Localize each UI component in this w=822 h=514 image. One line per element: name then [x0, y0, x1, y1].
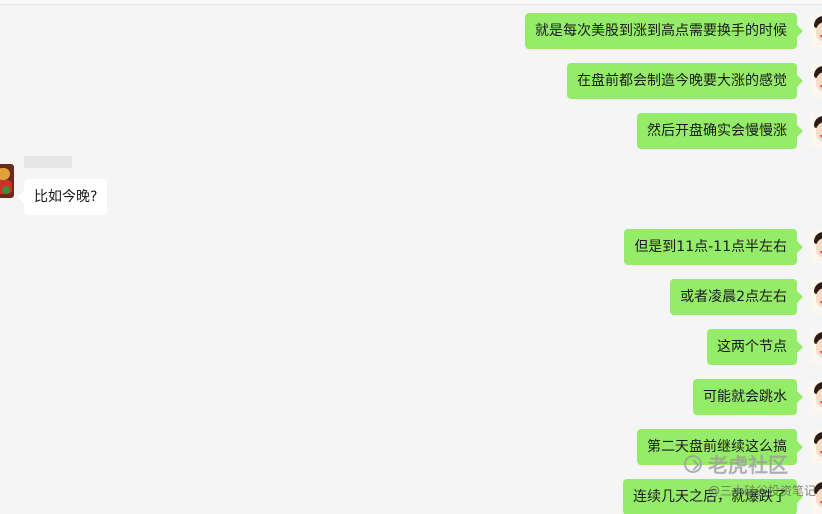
- outgoing-message[interactable]: 可能就会跳水: [693, 379, 803, 415]
- outgoing-message[interactable]: 在盘前都会制造今晚要大涨的感觉: [567, 63, 803, 99]
- my-avatar-icon[interactable]: [810, 114, 822, 148]
- my-avatar-icon[interactable]: [810, 430, 822, 464]
- my-avatar-icon[interactable]: [810, 230, 822, 264]
- outgoing-message[interactable]: 连续几天之后，就爆跌了: [623, 479, 803, 514]
- my-avatar-icon[interactable]: [810, 14, 822, 48]
- outgoing-message[interactable]: 或者凌晨2点左右: [670, 279, 803, 315]
- my-avatar-icon[interactable]: [810, 380, 822, 414]
- my-avatar-icon[interactable]: [810, 480, 822, 514]
- outgoing-message[interactable]: 就是每次美股到涨到高点需要换手的时候: [525, 13, 803, 49]
- outgoing-message[interactable]: 但是到11点-11点半左右: [624, 229, 803, 265]
- incoming-message[interactable]: 比如今晚?: [17, 179, 108, 215]
- outgoing-message[interactable]: 第二天盘前继续这么搞: [637, 429, 803, 465]
- sender-name: [24, 156, 72, 168]
- outgoing-message[interactable]: 然后开盘确实会慢慢涨: [637, 113, 803, 149]
- chat-top-border: [0, 0, 822, 5]
- other-avatar-icon[interactable]: [0, 164, 14, 198]
- my-avatar-icon[interactable]: [810, 280, 822, 314]
- my-avatar-icon[interactable]: [810, 64, 822, 98]
- chat-window: 就是每次美股到涨到高点需要换手的时候 在盘前都会制造今晚要大涨的感觉 然后开盘确…: [0, 0, 822, 514]
- my-avatar-icon[interactable]: [810, 330, 822, 364]
- outgoing-message[interactable]: 这两个节点: [707, 329, 803, 365]
